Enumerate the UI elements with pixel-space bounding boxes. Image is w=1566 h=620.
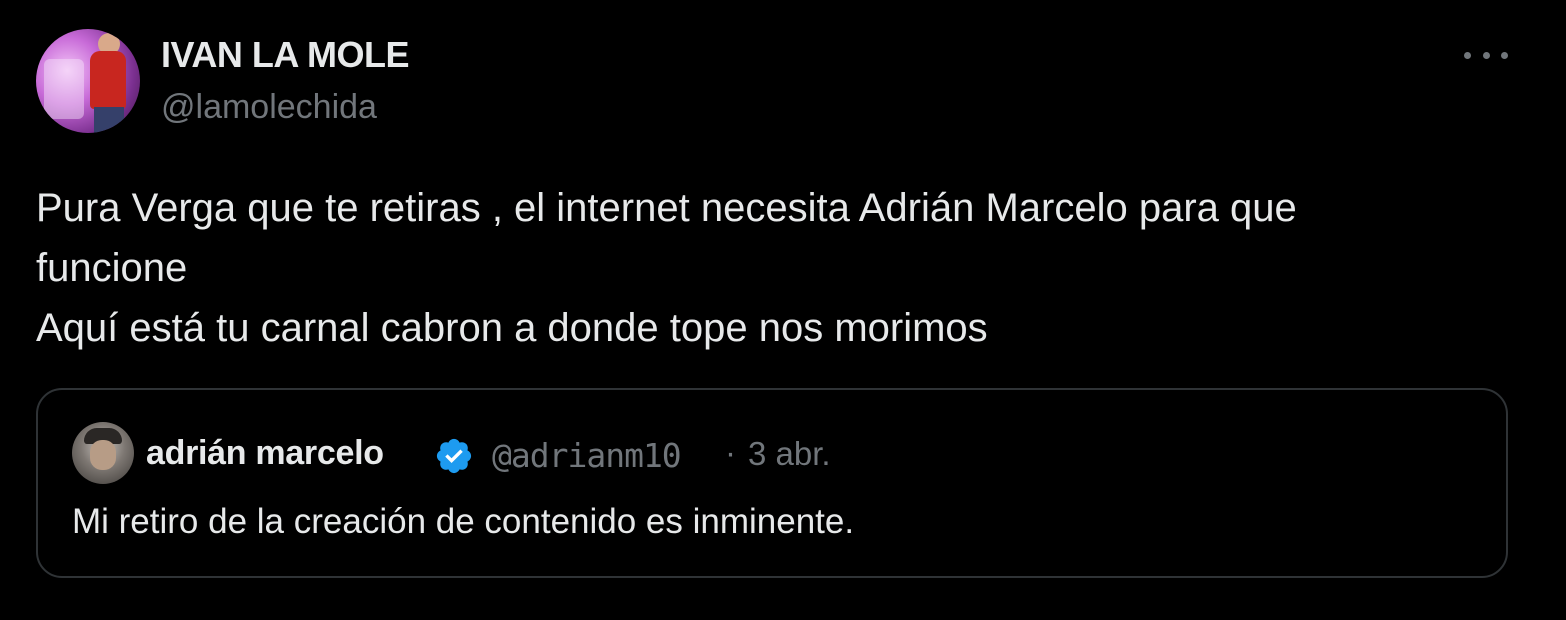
quoted-author-handle[interactable]: @adrianm10 (492, 436, 682, 475)
avatar-background-glow (44, 59, 84, 119)
author-handle[interactable]: @lamolechida (161, 88, 377, 127)
more-dot (1464, 51, 1471, 59)
verified-badge-icon (436, 438, 472, 474)
tweet-text-line: Aquí está tu carnal cabron a donde tope … (36, 306, 988, 350)
quoted-separator: · (725, 434, 736, 471)
tweet-text: Pura Verga que te retiras , el internet … (36, 178, 1516, 358)
author-display-name[interactable]: IVAN LA MOLE (161, 34, 410, 76)
quoted-author-avatar[interactable] (72, 422, 134, 484)
avatar-face (90, 440, 116, 470)
more-options-icon[interactable] (1464, 40, 1508, 70)
tweet-text-line: Pura Verga que te retiras , el internet … (36, 186, 1297, 230)
quoted-tweet[interactable]: adrián marcelo @adrianm10 · 3 abr. Mi re… (36, 388, 1508, 578)
author-avatar[interactable] (36, 29, 140, 133)
quoted-author-display-name[interactable]: adrián marcelo (146, 434, 384, 473)
tweet-text-line: funcione (36, 246, 188, 290)
avatar-figure-legs (94, 107, 124, 133)
quoted-date[interactable]: 3 abr. (748, 435, 831, 473)
tweet[interactable]: IVAN LA MOLE @lamolechida Pura Verga que… (0, 0, 1566, 620)
more-dot (1482, 51, 1490, 59)
avatar-figure-body (90, 51, 126, 109)
quoted-tweet-text: Mi retiro de la creación de contenido es… (72, 502, 855, 541)
more-dot (1501, 51, 1508, 59)
